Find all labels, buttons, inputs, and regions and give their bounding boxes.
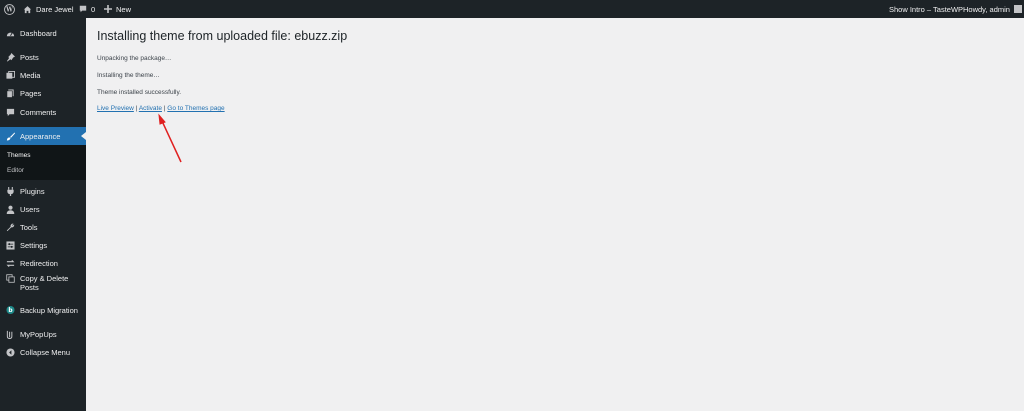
annotation-arrow-head (158, 113, 166, 125)
annotation-arrow (158, 113, 182, 163)
annotation-arrow-shaft (161, 120, 182, 163)
